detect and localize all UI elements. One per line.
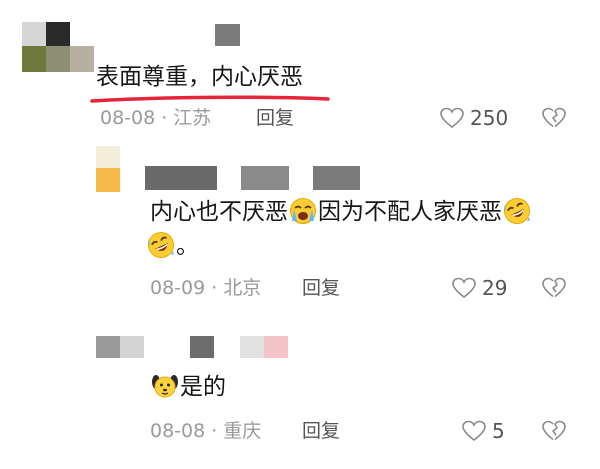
comment-date: 08-09: [150, 277, 206, 299]
crying-face-emoji: [290, 198, 316, 224]
avatar[interactable]: [22, 22, 94, 72]
comment-text-line2: 。: [146, 231, 199, 261]
dislike-button[interactable]: [542, 107, 566, 133]
like-button[interactable]: 5: [462, 418, 505, 444]
comment-text: 表面尊重，内心厌恶: [96, 64, 303, 90]
like-count: 250: [470, 106, 509, 130]
username[interactable]: [190, 336, 290, 358]
reply-button[interactable]: 回复: [302, 419, 340, 443]
comment-text-part: 。: [176, 233, 199, 259]
heart-outline-icon: [452, 277, 476, 299]
username[interactable]: [145, 166, 360, 190]
rolling-laughing-emoji: [504, 198, 530, 224]
username[interactable]: [215, 24, 240, 46]
comment-meta: 08-08 · 江苏: [100, 107, 212, 129]
reply-button[interactable]: 回复: [256, 106, 294, 130]
comment-text: 是的: [150, 372, 226, 402]
avatar[interactable]: [96, 336, 144, 358]
comment-location: 北京: [223, 277, 262, 299]
comment-meta: 08-09 · 北京: [150, 277, 262, 299]
comment-meta: 08-08 · 重庆: [150, 420, 262, 442]
rolling-laughing-emoji: [148, 232, 174, 258]
like-button[interactable]: 250: [440, 105, 508, 131]
avatar[interactable]: [96, 146, 120, 192]
dislike-button[interactable]: [542, 420, 566, 446]
comment-text-part: 内心也不厌恶: [150, 199, 288, 225]
comment-location: 江苏: [173, 107, 212, 129]
broken-heart-icon: [542, 107, 566, 128]
comment-location: 重庆: [223, 420, 262, 442]
dog-face-emoji: [152, 375, 178, 398]
comment-text-part: 因为不配人家厌恶: [318, 199, 502, 225]
heart-outline-icon: [462, 420, 486, 442]
comment-date: 08-08: [100, 107, 156, 129]
like-button[interactable]: 29: [452, 275, 507, 301]
broken-heart-icon: [542, 420, 566, 441]
reply-button[interactable]: 回复: [302, 276, 340, 300]
like-count: 5: [492, 419, 505, 443]
comment-date: 08-08: [150, 420, 206, 442]
comment-text: 内心也不厌恶 因为不配人家厌恶: [150, 197, 532, 227]
dislike-button[interactable]: [542, 277, 566, 303]
comment-text-part: 是的: [180, 374, 226, 400]
heart-outline-icon: [440, 107, 464, 129]
highlight-underline: [90, 95, 330, 103]
like-count: 29: [482, 276, 508, 300]
broken-heart-icon: [542, 277, 566, 298]
